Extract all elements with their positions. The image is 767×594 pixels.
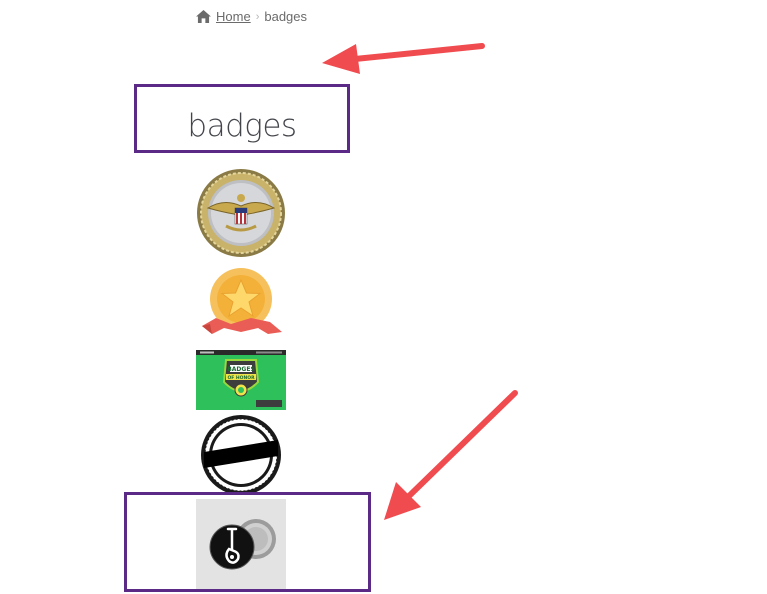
black-white-seal-badge[interactable] — [196, 414, 286, 496]
arrow-icon — [322, 43, 485, 74]
annotation-arrows — [322, 43, 518, 520]
guitar-pin-button-badge[interactable] — [196, 499, 286, 589]
home-icon[interactable] — [196, 10, 211, 23]
eagle-seal-badge[interactable] — [196, 168, 286, 258]
arrow-icon — [384, 390, 518, 520]
card-text-line-2: OF HONOR — [227, 375, 255, 381]
page: Home › badges badges BADGES OF HONOR — [0, 0, 767, 594]
gold-star-ribbon-badge[interactable] — [196, 266, 286, 340]
pin-button-icon — [196, 499, 286, 589]
gold-star-medal-icon — [202, 268, 282, 334]
breadcrumb-home-link[interactable]: Home — [216, 9, 251, 24]
gold-eagle-seal-icon — [197, 169, 285, 257]
breadcrumb-current: badges — [264, 9, 308, 24]
breadcrumb: Home › badges — [196, 9, 307, 24]
card-text-line-1: BADGES — [227, 366, 255, 373]
page-title: badges — [187, 108, 297, 144]
chevron-right-icon: › — [255, 10, 260, 23]
black-seal-icon — [201, 415, 281, 495]
badges-of-honor-card[interactable]: BADGES OF HONOR — [196, 350, 286, 410]
